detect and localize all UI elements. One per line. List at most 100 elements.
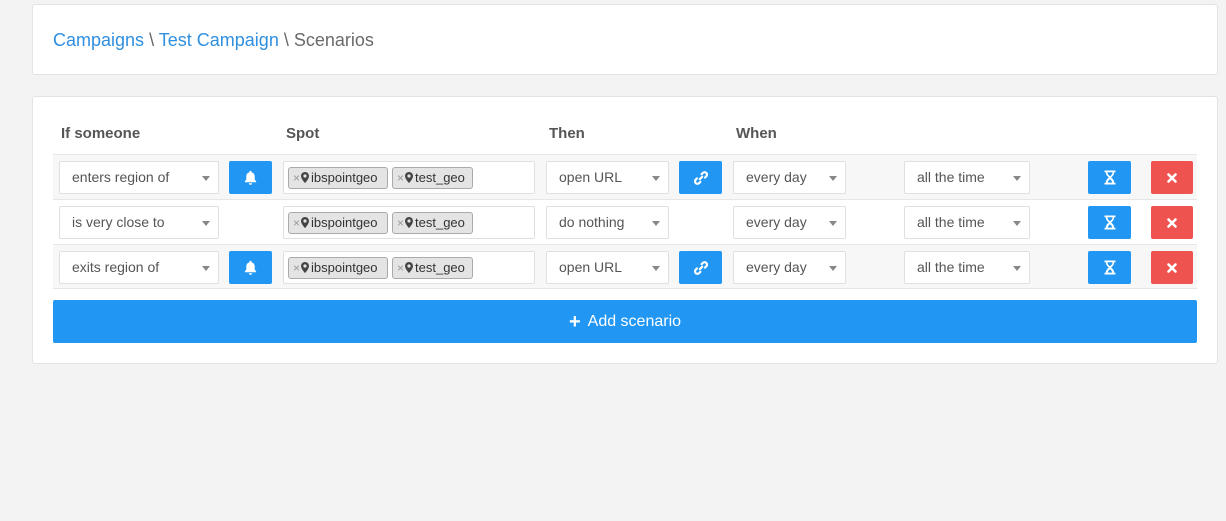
plus-icon: +	[568, 310, 581, 333]
time-select[interactable]: all the time	[904, 206, 1030, 239]
trigger-select-value: exits region of	[72, 259, 160, 275]
caret-down-icon	[829, 266, 837, 271]
map-marker-icon	[405, 262, 414, 273]
breadcrumb: Campaigns \ Test Campaign \ Scenarios	[53, 29, 374, 51]
map-marker-icon	[301, 262, 310, 273]
link-icon	[693, 170, 708, 185]
time-select-value: all the time	[917, 259, 985, 275]
times-icon	[1167, 217, 1177, 228]
spot-tag: × test_geo	[392, 212, 473, 234]
schedule-button[interactable]	[1088, 206, 1131, 239]
caret-down-icon	[1013, 266, 1021, 271]
map-marker-icon	[301, 172, 310, 183]
caret-down-icon	[652, 221, 660, 226]
day-select-value: every day	[746, 214, 807, 230]
caret-down-icon	[652, 176, 660, 181]
bell-icon	[244, 170, 257, 185]
delete-button[interactable]	[1151, 161, 1193, 194]
breadcrumb-campaign-link[interactable]: Test Campaign	[159, 30, 279, 50]
header-then: Then	[549, 125, 585, 142]
spot-tag: × test_geo	[392, 257, 473, 279]
tag-remove-button[interactable]: ×	[397, 261, 404, 275]
schedule-button[interactable]	[1088, 251, 1131, 284]
header-when: When	[736, 125, 777, 142]
spot-tag-label: test_geo	[415, 170, 465, 185]
spot-tag-label: test_geo	[415, 260, 465, 275]
spot-multiselect[interactable]: × ibspointgeo × test_geo	[283, 251, 535, 284]
link-button[interactable]	[679, 161, 722, 194]
spot-tag: × test_geo	[392, 167, 473, 189]
schedule-button[interactable]	[1088, 161, 1131, 194]
action-select-value: open URL	[559, 169, 623, 185]
spot-tag-label: ibspointgeo	[311, 260, 378, 275]
tag-remove-button[interactable]: ×	[293, 261, 300, 275]
spot-tag-label: ibspointgeo	[311, 170, 378, 185]
action-select[interactable]: open URL	[546, 161, 669, 194]
caret-down-icon	[202, 176, 210, 181]
times-icon	[1167, 262, 1177, 273]
notification-button[interactable]	[229, 251, 272, 284]
tag-remove-button[interactable]: ×	[293, 216, 300, 230]
caret-down-icon	[829, 176, 837, 181]
caret-down-icon	[652, 266, 660, 271]
map-marker-icon	[301, 217, 310, 228]
day-select[interactable]: every day	[733, 161, 846, 194]
hourglass-icon	[1104, 215, 1115, 230]
caret-down-icon	[202, 266, 210, 271]
tag-remove-button[interactable]: ×	[293, 171, 300, 185]
delete-button[interactable]	[1151, 251, 1193, 284]
link-button[interactable]	[679, 251, 722, 284]
spot-tag: × ibspointgeo	[288, 257, 388, 279]
trigger-select[interactable]: is very close to	[59, 206, 219, 239]
action-select-value: do nothing	[559, 214, 625, 230]
scenario-row: exits region of × ibspointgeo × test_geo o…	[53, 244, 1197, 289]
hourglass-icon	[1104, 260, 1115, 275]
spot-multiselect[interactable]: × ibspointgeo × test_geo	[283, 206, 535, 239]
action-select-value: open URL	[559, 259, 623, 275]
tag-remove-button[interactable]: ×	[397, 171, 404, 185]
caret-down-icon	[202, 221, 210, 226]
caret-down-icon	[1013, 176, 1021, 181]
trigger-select[interactable]: exits region of	[59, 251, 219, 284]
map-marker-icon	[405, 172, 414, 183]
header-if-someone: If someone	[61, 125, 141, 142]
add-scenario-button[interactable]: + Add scenario	[53, 300, 1197, 343]
action-select[interactable]: open URL	[546, 251, 669, 284]
tag-remove-button[interactable]: ×	[397, 216, 404, 230]
link-icon	[693, 260, 708, 275]
map-marker-icon	[405, 217, 414, 228]
bell-icon	[244, 260, 257, 275]
day-select-value: every day	[746, 259, 807, 275]
breadcrumb-current: Scenarios	[293, 30, 374, 50]
breadcrumb-campaigns-link[interactable]: Campaigns	[53, 30, 144, 50]
spot-tag: × ibspointgeo	[288, 167, 388, 189]
spot-tag-label: ibspointgeo	[311, 215, 378, 230]
trigger-select-value: is very close to	[72, 214, 165, 230]
action-select[interactable]: do nothing	[546, 206, 669, 239]
breadcrumb-separator: \	[283, 30, 289, 50]
trigger-select[interactable]: enters region of	[59, 161, 219, 194]
day-select[interactable]: every day	[733, 251, 846, 284]
add-scenario-label: Add scenario	[587, 312, 682, 330]
breadcrumb-card: Campaigns \ Test Campaign \ Scenarios	[32, 4, 1218, 75]
spot-tag-label: test_geo	[415, 215, 465, 230]
header-spot: Spot	[286, 125, 320, 142]
time-select[interactable]: all the time	[904, 251, 1030, 284]
caret-down-icon	[1013, 221, 1021, 226]
scenario-row: is very close to × ibspointgeo × test_geo …	[53, 199, 1197, 244]
scenario-row: enters region of × ibspointgeo × test_geo …	[53, 154, 1197, 199]
breadcrumb-separator: \	[149, 30, 155, 50]
hourglass-icon	[1104, 170, 1115, 185]
caret-down-icon	[829, 221, 837, 226]
spot-multiselect[interactable]: × ibspointgeo × test_geo	[283, 161, 535, 194]
times-icon	[1167, 172, 1177, 183]
day-select[interactable]: every day	[733, 206, 846, 239]
spot-tag: × ibspointgeo	[288, 212, 388, 234]
delete-button[interactable]	[1151, 206, 1193, 239]
scenarios-card: If someone Spot Then When enters region …	[32, 96, 1218, 364]
trigger-select-value: enters region of	[72, 169, 170, 185]
day-select-value: every day	[746, 169, 807, 185]
time-select-value: all the time	[917, 169, 985, 185]
time-select[interactable]: all the time	[904, 161, 1030, 194]
notification-button[interactable]	[229, 161, 272, 194]
